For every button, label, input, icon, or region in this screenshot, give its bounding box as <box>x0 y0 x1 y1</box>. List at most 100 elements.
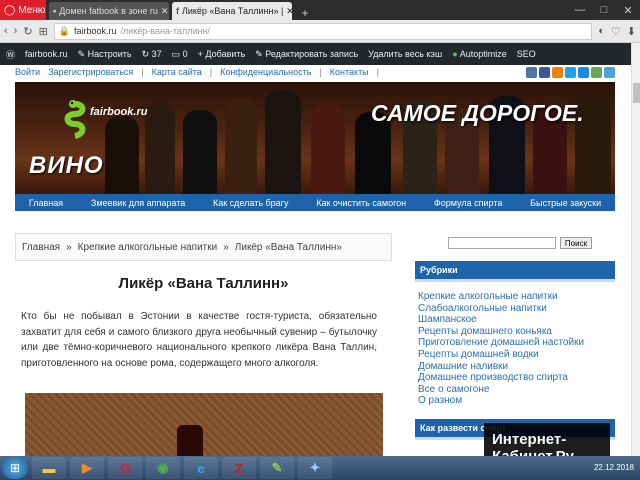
admin-add-new[interactable]: + Добавить <box>198 49 246 59</box>
new-tab-button[interactable]: + <box>296 6 314 20</box>
divider: | <box>376 67 379 77</box>
heart-icon[interactable]: ♡ <box>611 25 621 38</box>
admin-customize[interactable]: ✎ Настроить <box>78 49 132 60</box>
ie-icon[interactable]: e <box>184 457 218 479</box>
network-icon[interactable]: ✦ <box>298 457 332 479</box>
tab-favicon-icon: ▪ <box>53 6 57 16</box>
comments-count: 0 <box>182 48 188 59</box>
wp-admin-bar: Ⓦ fairbook.ru ✎ Настроить ↻ 37 ▭ 0 + Доб… <box>0 43 631 65</box>
tab-close-icon[interactable]: ✕ <box>161 6 169 17</box>
tab-domain[interactable]: ▪ Домен fatbook в зоне ru ✕ <box>49 2 169 20</box>
bottle-shape <box>145 102 175 194</box>
mailru-icon[interactable] <box>578 66 589 78</box>
rss-icon[interactable] <box>604 66 615 78</box>
url-host: fairbook.ru <box>74 26 117 36</box>
admin-autoptimize[interactable]: ● Autoptimize <box>452 49 506 59</box>
contacts-link[interactable]: Контакты <box>330 67 369 77</box>
odnoklassniki-icon[interactable] <box>552 66 563 78</box>
url-path: /ликёр-вана-таллинн/ <box>120 26 210 36</box>
admin-seo[interactable]: SEO <box>517 49 536 59</box>
category-link[interactable]: О разном <box>418 395 613 407</box>
top-site-nav: Войти Зарегистрироваться | Карта сайта |… <box>15 65 615 79</box>
category-link[interactable]: Домашнее производство спирта <box>418 372 613 384</box>
chrome-icon[interactable]: ◉ <box>146 457 180 479</box>
header-banner[interactable]: fairbook.ru ВИНО САМОЕ ДОРОГОЕ. <box>15 82 615 194</box>
status-dot-icon: ● <box>452 49 458 59</box>
wordpress-icon[interactable]: Ⓦ <box>6 48 15 61</box>
media-player-icon[interactable]: ▶ <box>70 457 104 479</box>
facebook-icon[interactable] <box>539 66 550 78</box>
admin-updates[interactable]: ↻ 37 <box>142 49 162 60</box>
category-link[interactable]: Слабоалкогольные напитки <box>418 303 613 315</box>
category-link[interactable]: Приготовление домашней настойки <box>418 337 613 349</box>
breadcrumb-category[interactable]: Крепкие алкогольные напитки <box>78 242 218 253</box>
vpn-icon[interactable]: ◐ <box>598 25 605 37</box>
login-link[interactable]: Войти <box>15 67 40 77</box>
tray-date: 22.12.2018 <box>593 463 634 472</box>
category-link[interactable]: Рецепты домашней водки <box>418 349 613 361</box>
scrollbar-thumb[interactable] <box>633 83 640 103</box>
tab-label: Ликёр «Вана Таллинн» | <box>182 6 284 16</box>
admin-customize-label: Настроить <box>87 48 132 59</box>
notepad-icon[interactable]: ✎ <box>260 457 294 479</box>
bottle-shape <box>225 98 257 194</box>
filezilla-icon[interactable]: Z <box>222 457 256 479</box>
nav-purify[interactable]: Как очистить самогон <box>316 198 406 208</box>
admin-site-link[interactable]: fairbook.ru <box>25 49 68 59</box>
facebook-favicon-icon: f <box>176 6 179 16</box>
reload-icon[interactable]: ↻ <box>23 25 32 38</box>
snake-mascot-icon <box>64 100 86 139</box>
vk-icon[interactable] <box>526 66 537 78</box>
breadcrumb-home[interactable]: Главная <box>22 242 60 253</box>
privacy-link[interactable]: Конфиденциальность <box>220 67 311 77</box>
register-link[interactable]: Зарегистрироваться <box>48 67 133 77</box>
minimize-button[interactable]: — <box>568 4 592 16</box>
search-input[interactable] <box>448 237 556 249</box>
category-link[interactable]: Рецепты домашнего коньяка <box>418 326 613 338</box>
bottle-shape <box>265 90 301 194</box>
window-controls: — □ ✕ <box>568 0 640 20</box>
nav-mash[interactable]: Как сделать брагу <box>213 198 288 208</box>
article-title: Ликёр «Вана Таллинн» <box>118 275 289 292</box>
breadcrumb-current: Ликёр «Вана Таллинн» <box>234 241 342 253</box>
banner-tagline: САМОЕ ДОРОГОЕ. <box>371 100 584 126</box>
category-link[interactable]: Домашние наливки <box>418 361 613 373</box>
opera-menu-button[interactable]: ◯ Меню <box>0 0 46 20</box>
nav-coil[interactable]: Змеевик для аппарата <box>91 198 185 208</box>
twitter-icon[interactable] <box>565 66 576 78</box>
tab-close-icon[interactable]: ✕ <box>286 6 292 17</box>
close-window-button[interactable]: ✕ <box>616 4 640 17</box>
page-scrollbar[interactable] <box>631 43 640 458</box>
divider: | <box>141 67 144 77</box>
nav-home[interactable]: Главная <box>29 198 63 208</box>
download-icon[interactable]: ⬇ <box>627 25 636 38</box>
lock-icon: 🔒 <box>58 25 70 36</box>
watermark-line1: Интернет- <box>492 431 567 448</box>
maximize-button[interactable]: □ <box>592 4 616 16</box>
system-tray: 22.12.2018 <box>594 463 640 473</box>
bottle-shape <box>105 116 139 194</box>
start-button[interactable]: ⊞ <box>2 457 28 479</box>
article-photo <box>25 393 383 463</box>
nav-formula[interactable]: Формула спирта <box>434 198 502 208</box>
opera-icon[interactable]: O <box>108 457 142 479</box>
tab-liqueur[interactable]: f Ликёр «Вана Таллинн» | ✕ <box>172 2 292 20</box>
explorer-icon[interactable]: ▬ <box>32 457 66 479</box>
admin-clear-cache[interactable]: Удалить весь кэш <box>368 49 442 59</box>
nav-snacks[interactable]: Быстрые закуски <box>530 198 601 208</box>
search-button[interactable]: Поиск <box>560 237 592 249</box>
sitemap-link[interactable]: Карта сайта <box>152 67 202 77</box>
admin-edit-post[interactable]: ✎ Редактировать запись <box>255 49 358 60</box>
banner-word: ВИНО <box>29 152 104 179</box>
category-link[interactable]: Шампанское <box>418 314 613 326</box>
article-intro: Кто бы не побывал в Эстонии в качестве г… <box>21 311 377 369</box>
forward-arrow-icon[interactable]: › <box>14 25 18 37</box>
url-field[interactable]: 🔒 fairbook.ru /ликёр-вана-таллинн/ <box>53 22 593 40</box>
google-icon[interactable] <box>591 66 602 78</box>
speed-dial-grid-icon[interactable]: ⊞ <box>39 25 48 38</box>
banner-site-name: fairbook.ru <box>90 106 148 118</box>
category-link[interactable]: Крепкие алкогольные напитки <box>418 291 613 303</box>
category-link[interactable]: Все о самогоне <box>418 384 613 396</box>
admin-comments[interactable]: ▭ 0 <box>172 49 188 60</box>
back-arrow-icon[interactable]: ‹ <box>4 25 8 37</box>
